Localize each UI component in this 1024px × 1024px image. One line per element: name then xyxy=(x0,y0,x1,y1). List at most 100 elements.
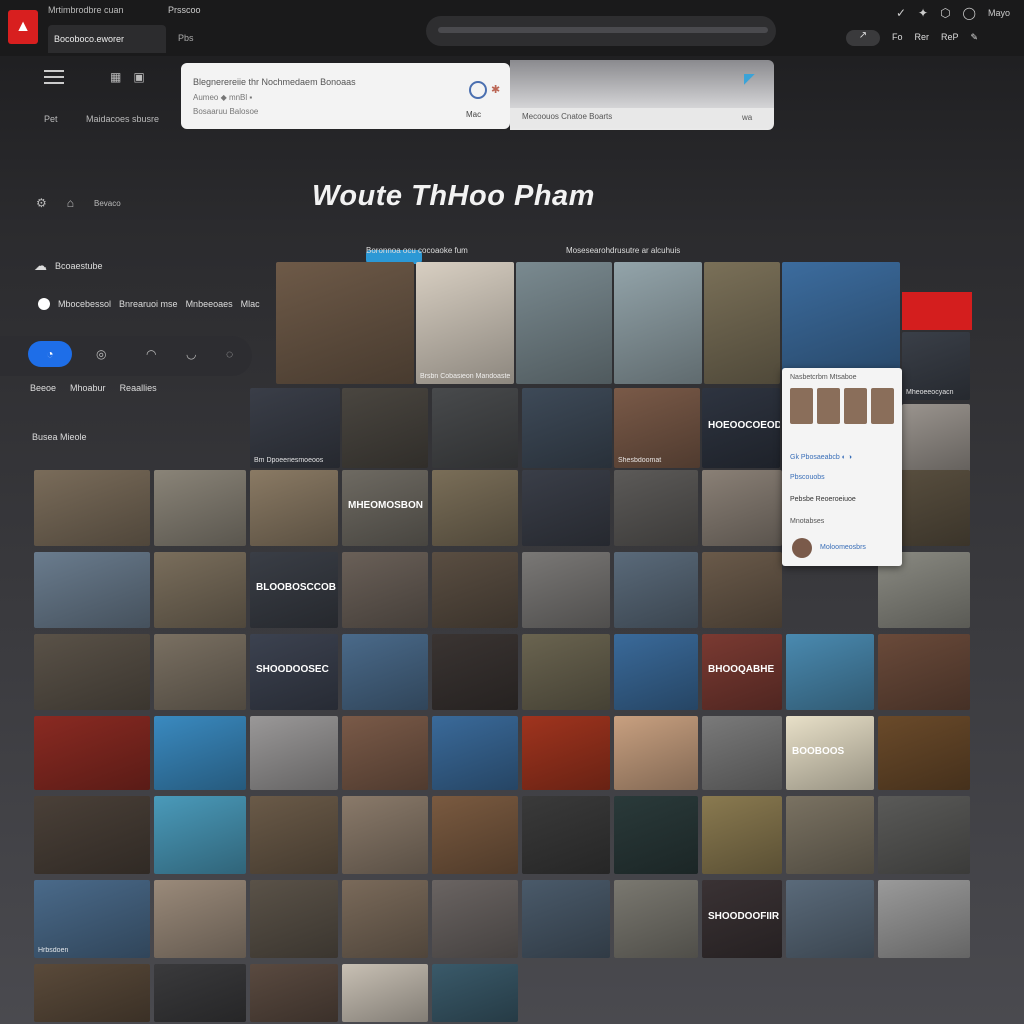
thumbnail-tile[interactable] xyxy=(522,388,612,468)
thumbnail-tile[interactable] xyxy=(878,796,970,874)
thumbnail-tile[interactable] xyxy=(342,964,428,1022)
sidebar-row3-item-1[interactable]: Beeoe xyxy=(30,383,56,393)
thumbnail-tile[interactable]: MHEOMOSBON xyxy=(342,470,428,546)
thumbnail-tile[interactable] xyxy=(878,880,970,958)
thumbnail-tile[interactable]: Bm Dpoeeriesmoeoos xyxy=(250,388,340,468)
avatar[interactable] xyxy=(792,538,812,558)
search-suggestion-popup[interactable]: Blegnerereiie thr Nochmedaem Bonoaas Aum… xyxy=(181,63,510,129)
thumbnail-tile[interactable] xyxy=(154,634,246,710)
thumbnail-tile[interactable]: Mheoeeocyacn xyxy=(902,332,970,400)
thumbnail-tile[interactable] xyxy=(522,880,610,958)
thumbnail-tile[interactable] xyxy=(342,716,428,790)
thumbnail-tile[interactable] xyxy=(786,796,874,874)
chip-4[interactable]: ◡ xyxy=(186,347,196,361)
header-label-2[interactable]: Maidacoes sbusre xyxy=(86,114,159,124)
top-button-2[interactable]: Rer xyxy=(915,32,930,43)
settings-icon[interactable]: ⚙ xyxy=(36,196,47,210)
thumbnail-tile[interactable] xyxy=(432,716,518,790)
thumbnail-tile[interactable] xyxy=(34,634,150,710)
thumbnail-tile[interactable] xyxy=(34,552,150,628)
thumbnail-tile[interactable] xyxy=(902,404,970,472)
thumbnail-tile[interactable]: Mbdohacbos xyxy=(782,262,900,384)
thumbnail-tile[interactable] xyxy=(154,552,246,628)
top-button-1[interactable]: Fo xyxy=(892,32,903,43)
sidebar-row2-item-1[interactable]: Mbocebessol xyxy=(58,299,111,309)
thumbnail-tile[interactable] xyxy=(250,470,338,546)
thumbnail-tile[interactable] xyxy=(702,796,782,874)
mic-icon[interactable]: ✱ xyxy=(491,83,500,96)
thumbnail-tile[interactable] xyxy=(614,262,702,384)
chip-5[interactable]: ◌ xyxy=(226,347,233,361)
thumbnail-tile[interactable] xyxy=(704,262,780,384)
thumbnail-tile[interactable] xyxy=(250,796,338,874)
thumbnail-tile[interactable] xyxy=(34,470,150,546)
red-tag[interactable] xyxy=(902,292,972,330)
card-footer[interactable]: Moloomeosbrs xyxy=(820,544,866,551)
thumbnail-tile[interactable] xyxy=(522,716,610,790)
sidebar-row-1[interactable]: ☁ Bcoaestube xyxy=(34,258,103,274)
lens-icon[interactable] xyxy=(469,81,487,99)
thumbnail-tile[interactable] xyxy=(702,716,782,790)
thumbnail-tile[interactable] xyxy=(786,880,874,958)
thumbnail-tile[interactable] xyxy=(154,716,246,790)
thumbnail-tile[interactable] xyxy=(786,634,874,710)
sidebar-row3-item-3[interactable]: Reaallies xyxy=(120,383,157,393)
thumbnail-tile[interactable] xyxy=(614,634,698,710)
sidebar-row3-item-2[interactable]: Mhoabur xyxy=(70,383,106,393)
thumbnail-tile[interactable] xyxy=(250,964,338,1022)
tab-second[interactable]: Pbs xyxy=(178,33,194,43)
thumbnail-tile[interactable] xyxy=(516,262,612,384)
home-icon[interactable]: ⌂ xyxy=(67,196,74,210)
thumbnail-tile[interactable] xyxy=(614,716,698,790)
thumbnail-tile[interactable] xyxy=(276,262,414,384)
thumbnail-tile[interactable]: Brsbn Cobasieon Mandoaste xyxy=(416,262,514,384)
sidebar-row2-item-2[interactable]: Bnrearuoi mse xyxy=(119,299,178,309)
thumbnail-tile[interactable]: BHOOQABHE xyxy=(702,634,782,710)
thumbnail-tile[interactable]: SHOODOOSEC xyxy=(250,634,338,710)
thumbnail-tile[interactable] xyxy=(154,470,246,546)
sidebar-row2-item-4[interactable]: Mlac xyxy=(241,299,260,309)
thumbnail-tile[interactable] xyxy=(342,634,428,710)
thumbnail-tile[interactable] xyxy=(614,796,698,874)
thumbnail-tile[interactable] xyxy=(522,634,610,710)
thumbnail-tile[interactable] xyxy=(154,964,246,1022)
thumbnail-tile[interactable] xyxy=(432,388,518,468)
thumbnail-tile[interactable] xyxy=(34,796,150,874)
app-logo-icon[interactable]: ▲ xyxy=(8,10,38,44)
header-row2-text[interactable]: Bevaco xyxy=(94,199,121,208)
bookmark-icon[interactable]: ✦ xyxy=(918,6,928,20)
search-box[interactable]: ◤ Mecoouos Cnatoe Boarts xyxy=(510,60,774,130)
hamburger-menu-icon[interactable] xyxy=(44,70,64,86)
thumbnail-tile[interactable] xyxy=(342,388,428,468)
suggestion-line-3[interactable]: Bosaaruu Balosoe xyxy=(193,107,258,116)
thumbnail-tile[interactable] xyxy=(432,796,518,874)
top-right-label[interactable]: Mayo xyxy=(988,6,1010,20)
card-link-2[interactable]: Pbscouobs xyxy=(790,474,825,481)
thumbnail-tile[interactable] xyxy=(614,880,698,958)
thumbnail-tile[interactable] xyxy=(432,880,518,958)
edit-icon[interactable]: ✎ xyxy=(971,32,979,43)
radio-icon[interactable] xyxy=(38,298,50,310)
suggestion-line-1[interactable]: Blegnerereiie thr Nochmedaem Bonoaas xyxy=(193,77,356,87)
pin-icon[interactable]: ◤ xyxy=(744,70,755,87)
thumbnail-tile[interactable] xyxy=(154,880,246,958)
thumbnail-tile[interactable] xyxy=(522,470,610,546)
thumbnail-tile[interactable]: Shesbdoomat xyxy=(614,388,700,468)
thumbnail-tile[interactable]: HOEOOCOEODS xyxy=(702,388,780,468)
profile-icon[interactable]: ◯ xyxy=(963,6,976,20)
thumbnail-tile[interactable] xyxy=(342,796,428,874)
thumbnail-tile[interactable] xyxy=(342,552,428,628)
thumbnail-tile[interactable] xyxy=(432,964,518,1022)
thumbnail-tile[interactable] xyxy=(614,470,698,546)
chip-2[interactable]: ◎ xyxy=(96,347,106,361)
thumbnail-tile[interactable] xyxy=(250,880,338,958)
thumbnail-tile[interactable] xyxy=(522,552,610,628)
thumbnail-tile[interactable] xyxy=(878,634,970,710)
share-button[interactable]: ↗ xyxy=(846,30,880,46)
cast-icon[interactable]: ▣ xyxy=(133,70,144,84)
chip-active[interactable]: ◔ xyxy=(28,341,72,367)
thumbnail-tile[interactable] xyxy=(522,796,610,874)
thumbnail-tile[interactable] xyxy=(34,716,150,790)
search-box-bar[interactable]: Mecoouos Cnatoe Boarts xyxy=(510,108,774,128)
thumbnail-tile[interactable] xyxy=(154,796,246,874)
